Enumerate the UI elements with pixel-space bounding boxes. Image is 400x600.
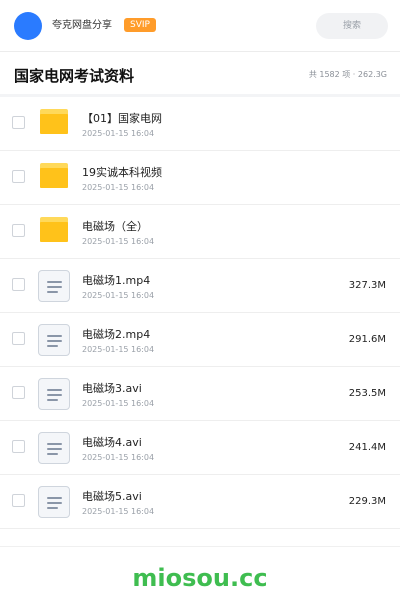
sharer-name: 夸克网盘分享 [52,20,112,31]
top-bar: 夸克网盘分享 SVIP 搜索 [0,0,400,52]
item-size: 229.3M [348,496,386,507]
item-name: 19实诚本科视频 [82,166,162,179]
folder-row[interactable]: 【01】国家电网 2025-01-15 16:04 [0,97,400,151]
folder-stats: 共 1582 项 · 262.3G [308,70,387,79]
item-date: 2025-01-15 16:04 [82,129,155,138]
avatar[interactable] [14,12,42,40]
file-row[interactable]: 电磁场1.mp4 2025-01-15 16:04 327.3M [0,259,400,313]
select-checkbox[interactable] [12,494,25,507]
document-icon [38,378,70,410]
item-name: 电磁场5.avi [82,490,142,503]
file-row[interactable]: 电磁场4.avi 2025-01-15 16:04 241.4M [0,421,400,475]
select-checkbox[interactable] [12,386,25,399]
select-checkbox[interactable] [12,332,25,345]
select-checkbox[interactable] [12,170,25,183]
select-checkbox[interactable] [12,278,25,291]
item-name: 电磁场（全） [82,220,148,233]
item-name: 电磁场2.mp4 [82,328,151,341]
select-checkbox[interactable] [12,224,25,237]
folder-icon [38,216,70,248]
document-icon [38,486,70,518]
item-size: 327.3M [348,280,386,291]
item-date: 2025-01-15 16:04 [82,345,155,354]
item-date: 2025-01-15 16:04 [82,399,155,408]
item-date: 2025-01-15 16:04 [82,453,155,462]
select-checkbox[interactable] [12,440,25,453]
folder-icon [38,108,70,140]
footer-divider [0,546,400,547]
item-size: 241.4M [348,442,386,453]
item-date: 2025-01-15 16:04 [82,183,155,192]
search-button[interactable]: 搜索 [316,13,388,39]
item-date: 2025-01-15 16:04 [82,507,155,516]
page-title: 国家电网考试资料 [14,67,135,85]
file-row[interactable]: 电磁场5.avi 2025-01-15 16:04 229.3M [0,475,400,529]
item-name: 电磁场4.avi [82,436,142,449]
item-name: 电磁场3.avi [82,382,142,395]
file-row[interactable]: 电磁场3.avi 2025-01-15 16:04 253.5M [0,367,400,421]
item-size: 291.6M [348,334,386,345]
file-row[interactable]: 电磁场2.mp4 2025-01-15 16:04 291.6M [0,313,400,367]
folder-icon [38,162,70,194]
item-size: 253.5M [348,388,386,399]
folder-row[interactable]: 电磁场（全） 2025-01-15 16:04 [0,205,400,259]
document-icon [38,270,70,302]
item-date: 2025-01-15 16:04 [82,237,155,246]
file-list: 【01】国家电网 2025-01-15 16:04 19实诚本科视频 2025-01-… [0,97,400,529]
document-icon [38,432,70,464]
item-date: 2025-01-15 16:04 [82,291,155,300]
folder-row[interactable]: 19实诚本科视频 2025-01-15 16:04 [0,151,400,205]
svip-badge: SVIP [124,18,156,32]
select-checkbox[interactable] [12,116,25,129]
item-name: 【01】国家电网 [82,112,162,125]
item-name: 电磁场1.mp4 [82,274,151,287]
document-icon [38,324,70,356]
watermark: miosou.cc [132,564,268,592]
